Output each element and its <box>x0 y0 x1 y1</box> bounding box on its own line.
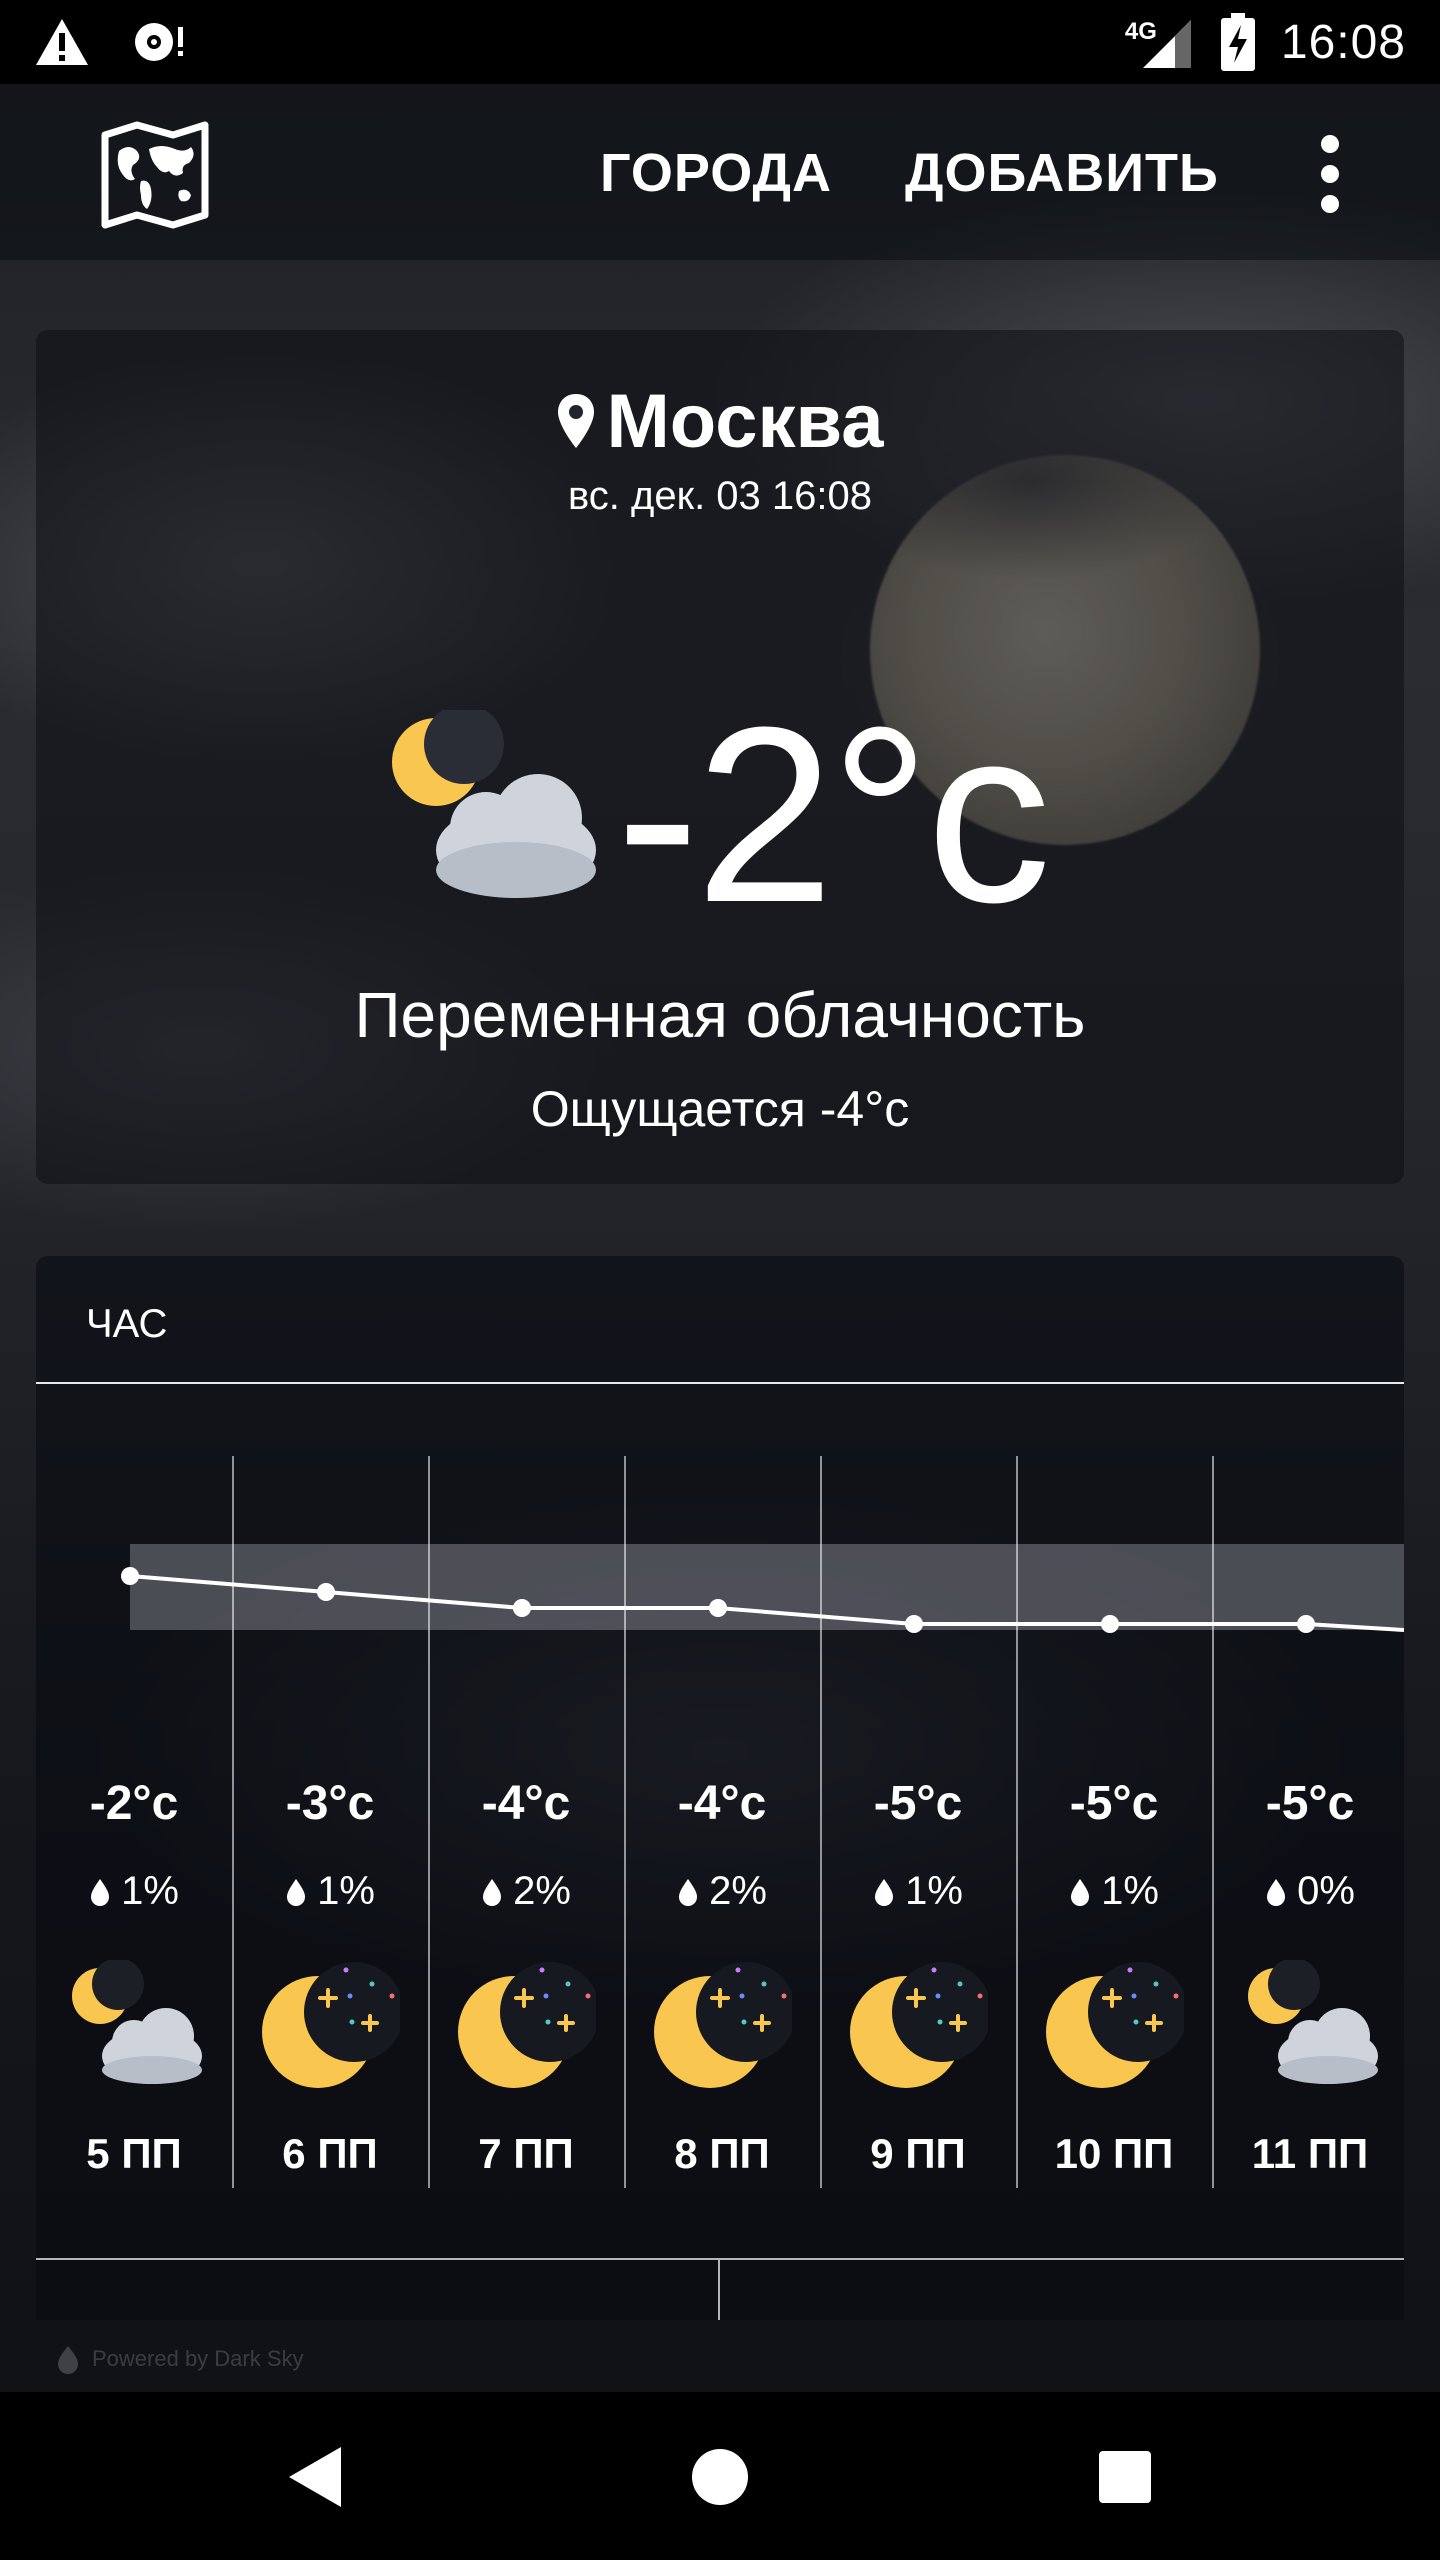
precipitation-row: 1% <box>1016 1869 1212 1914</box>
temperature-point <box>709 1599 727 1617</box>
hour-label: 8 ПП <box>674 2130 770 2177</box>
hourly-card: ЧАС -2°c 1% 5 ПП -3°c 1% 6 ПП -4°c 2% 7 ПП -4°c 2%… <box>36 1256 1404 2320</box>
weather-condition: Переменная облачность <box>354 979 1086 1051</box>
hour-temperature: -5°c <box>1265 1777 1355 1830</box>
temperature-point <box>1101 1615 1119 1633</box>
temperature-point <box>121 1567 139 1585</box>
raindrop-icon <box>91 1878 110 1906</box>
recents-square-icon[interactable] <box>1090 2442 1160 2512</box>
hour-column: -5°c 1% 9 ПП <box>820 1776 1016 2178</box>
bottom-divider <box>36 2258 1404 2260</box>
city-row[interactable]: Москва <box>36 378 1404 465</box>
temperature-point <box>317 1583 335 1601</box>
raindrop-icon <box>287 1878 306 1906</box>
clear-night-icon <box>1046 1962 1184 2088</box>
hour-temperature: -3°c <box>285 1777 375 1830</box>
add-button[interactable]: ДОБАВИТЬ <box>905 142 1219 204</box>
current-weather-card: Москва вс. дек. 03 16:08 -2°c Переменная… <box>36 330 1404 1184</box>
partly-cloudy-night-icon <box>392 710 596 898</box>
precipitation-row: 1% <box>232 1869 428 1914</box>
hour-label: 10 ПП <box>1054 2130 1174 2177</box>
precipitation-value: 1% <box>317 1869 375 1913</box>
status-right-icons: 4G 16:08 <box>1125 12 1440 72</box>
home-circle-icon[interactable] <box>685 2442 755 2512</box>
hour-column: -2°c 1% 5 ПП <box>36 1776 232 2178</box>
feels-like: Ощущается -4°c <box>530 1081 910 1137</box>
raindrop-icon <box>1071 1878 1090 1906</box>
city-name: Москва <box>606 379 884 464</box>
hour-label: 6 ПП <box>282 2130 378 2177</box>
partly-cloudy-night-icon <box>1248 1960 1378 2084</box>
clear-night-icon <box>458 1962 596 2088</box>
clear-night-icon <box>654 1962 792 2088</box>
hour-temperature: -5°c <box>1069 1777 1159 1830</box>
hour-temperature: -4°c <box>677 1777 767 1830</box>
sync-notification-icon <box>135 23 183 61</box>
partly-cloudy-night-icon <box>72 1960 202 2084</box>
hour-temperature: -4°c <box>481 1777 571 1830</box>
clear-night-icon <box>262 1962 400 2088</box>
battery-charging-icon <box>1220 13 1255 71</box>
status-bar: 4G 16:08 <box>0 0 1440 84</box>
hour-label: 11 ПП <box>1251 2130 1369 2177</box>
temperature-series-line <box>129 1574 1404 1632</box>
raindrop-icon <box>1267 1878 1286 1906</box>
powered-by-label: Powered by Dark Sky <box>92 2346 304 2371</box>
status-left-icons <box>0 17 190 67</box>
precipitation-row: 0% <box>1212 1869 1408 1914</box>
warning-icon <box>36 19 88 65</box>
powered-by[interactable]: Powered by Dark Sky <box>56 2344 304 2374</box>
world-map-icon <box>101 121 209 229</box>
navigation-bar <box>0 2392 1440 2560</box>
temperature-point <box>1297 1615 1315 1633</box>
hour-column: -3°c 1% 6 ПП <box>232 1776 428 2178</box>
back-triangle-icon[interactable] <box>280 2442 350 2512</box>
map-button[interactable] <box>100 120 210 230</box>
clear-night-icon <box>850 1962 988 2088</box>
cities-button[interactable]: ГОРОДА <box>600 142 832 204</box>
hour-label: 9 ПП <box>870 2130 966 2177</box>
precipitation-row: 2% <box>428 1869 624 1914</box>
current-date: вс. дек. 03 16:08 <box>567 474 873 518</box>
hour-column: -4°c 2% 8 ПП <box>624 1776 820 2178</box>
current-temperature: -2°c <box>616 675 1051 954</box>
precipitation-value: 1% <box>121 1869 179 1913</box>
temperature-point <box>513 1599 531 1617</box>
signal-icon: 4G <box>1125 12 1195 72</box>
precipitation-value: 2% <box>513 1869 571 1913</box>
hour-temperature: -5°c <box>873 1777 963 1830</box>
hour-label: 7 ПП <box>478 2130 574 2177</box>
location-pin-icon <box>558 393 595 448</box>
hour-column: -4°c 2% 7 ПП <box>428 1776 624 2178</box>
hour-column: -5°c 1% 10 ПП <box>1016 1776 1212 2178</box>
bottom-split-divider <box>718 2260 720 2320</box>
raindrop-icon <box>875 1878 894 1906</box>
more-vert-icon[interactable] <box>1300 124 1360 224</box>
precipitation-row: 1% <box>820 1869 1016 1914</box>
precipitation-row: 2% <box>624 1869 820 1914</box>
precipitation-value: 1% <box>1101 1869 1159 1913</box>
raindrop-icon <box>483 1878 502 1906</box>
hour-label: 5 ПП <box>86 2130 182 2177</box>
precipitation-value: 0% <box>1297 1869 1355 1913</box>
dark-sky-icon <box>58 2346 78 2374</box>
status-time: 16:08 <box>1280 15 1406 69</box>
precipitation-row: 1% <box>36 1869 232 1914</box>
hour-column: -5°c 0% 11 ПП <box>1212 1776 1408 2178</box>
raindrop-icon <box>679 1878 698 1906</box>
app-bar: ГОРОДА ДОБАВИТЬ <box>0 84 1440 260</box>
hour-temperature: -2°c <box>89 1777 179 1830</box>
precipitation-value: 2% <box>709 1869 767 1913</box>
precipitation-value: 1% <box>905 1869 963 1913</box>
temperature-point <box>905 1615 923 1633</box>
